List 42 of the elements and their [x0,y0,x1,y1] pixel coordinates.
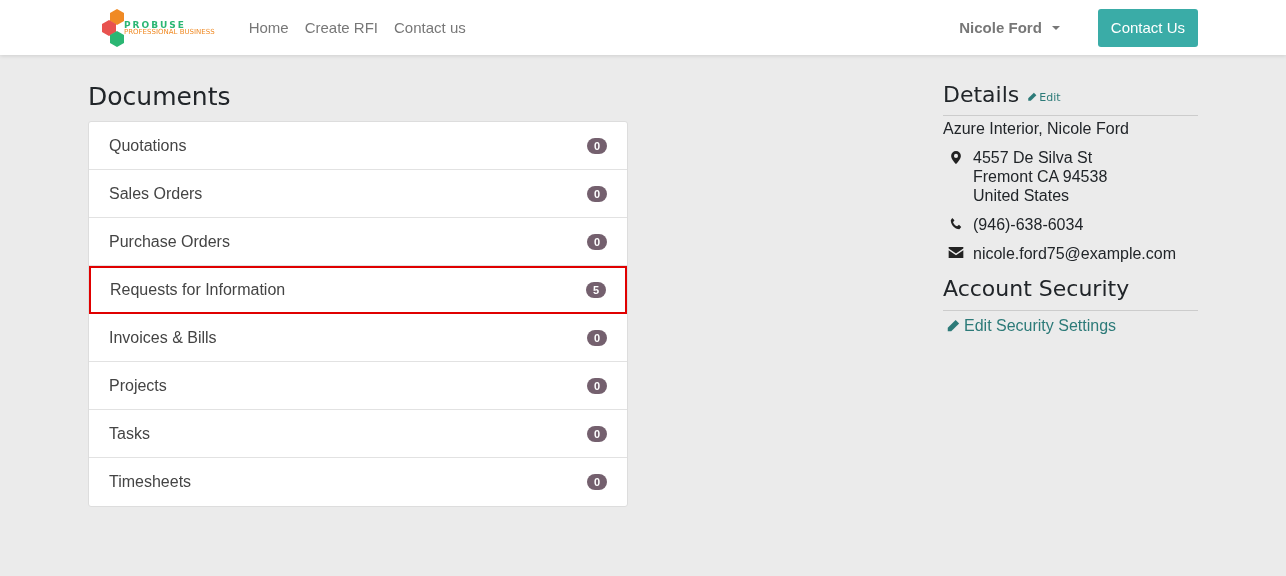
nav-link[interactable]: Contact us [394,19,466,36]
document-label: Tasks [109,424,150,443]
nav-link[interactable]: Home [248,19,289,36]
security-settings-link[interactable]: Edit Security Settings [943,317,1198,335]
details-title: Details [943,81,1020,109]
document-label: Invoices & Bills [109,328,217,347]
count-badge: 0 [586,425,607,442]
contact-text: (946)-638-6034 [973,215,1084,234]
document-item[interactable]: Projects 0 [89,362,627,410]
document-label: Requests for Information [110,281,286,299]
user-menu[interactable]: Nicole Ford [953,18,1066,37]
count-badge: 0 [586,474,607,490]
count-badge: 0 [586,137,607,154]
document-label: Sales Orders [109,184,203,203]
count-badge: 0 [586,185,607,202]
caret-icon [1051,25,1060,30]
count-badge: 0 [586,329,607,346]
nav-link[interactable]: Create RFI [304,19,378,36]
logo-name: PROBUSE [124,20,186,30]
document-item[interactable]: Sales Orders 0 [89,170,627,218]
document-item[interactable]: Tasks 0 [89,410,627,458]
document-label: Projects [109,376,167,395]
document-item[interactable]: Purchase Orders 0 [89,218,627,266]
count-badge: 0 [586,377,607,394]
count-badge: 0 [586,233,607,250]
document-label: Purchase Orders [109,232,230,251]
contact-text: 4557 De Silva St Fremont CA 94538 United States [973,148,1108,205]
pencil-icon [946,319,960,333]
document-item[interactable]: Invoices & Bills 0 [89,314,627,362]
document-item[interactable]: Quotations 0 [89,122,627,170]
document-label: Timesheets [109,473,192,491]
document-item[interactable]: Timesheets 0 [89,458,627,506]
document-label: Quotations [109,136,187,155]
contact-text: nicole.ford75@example.com [973,244,1176,263]
section-title: Documents [88,81,232,113]
customer-name: Azure Interior, Nicole Ford [943,120,1130,138]
pencil-icon [1027,92,1038,102]
count-badge: 5 [585,282,606,298]
document-item[interactable]: Requests for Information 5 [89,266,627,314]
logo-icon [100,7,126,48]
security-title: Account Security [943,275,1198,311]
edit-link[interactable]: Edit [1027,90,1061,104]
